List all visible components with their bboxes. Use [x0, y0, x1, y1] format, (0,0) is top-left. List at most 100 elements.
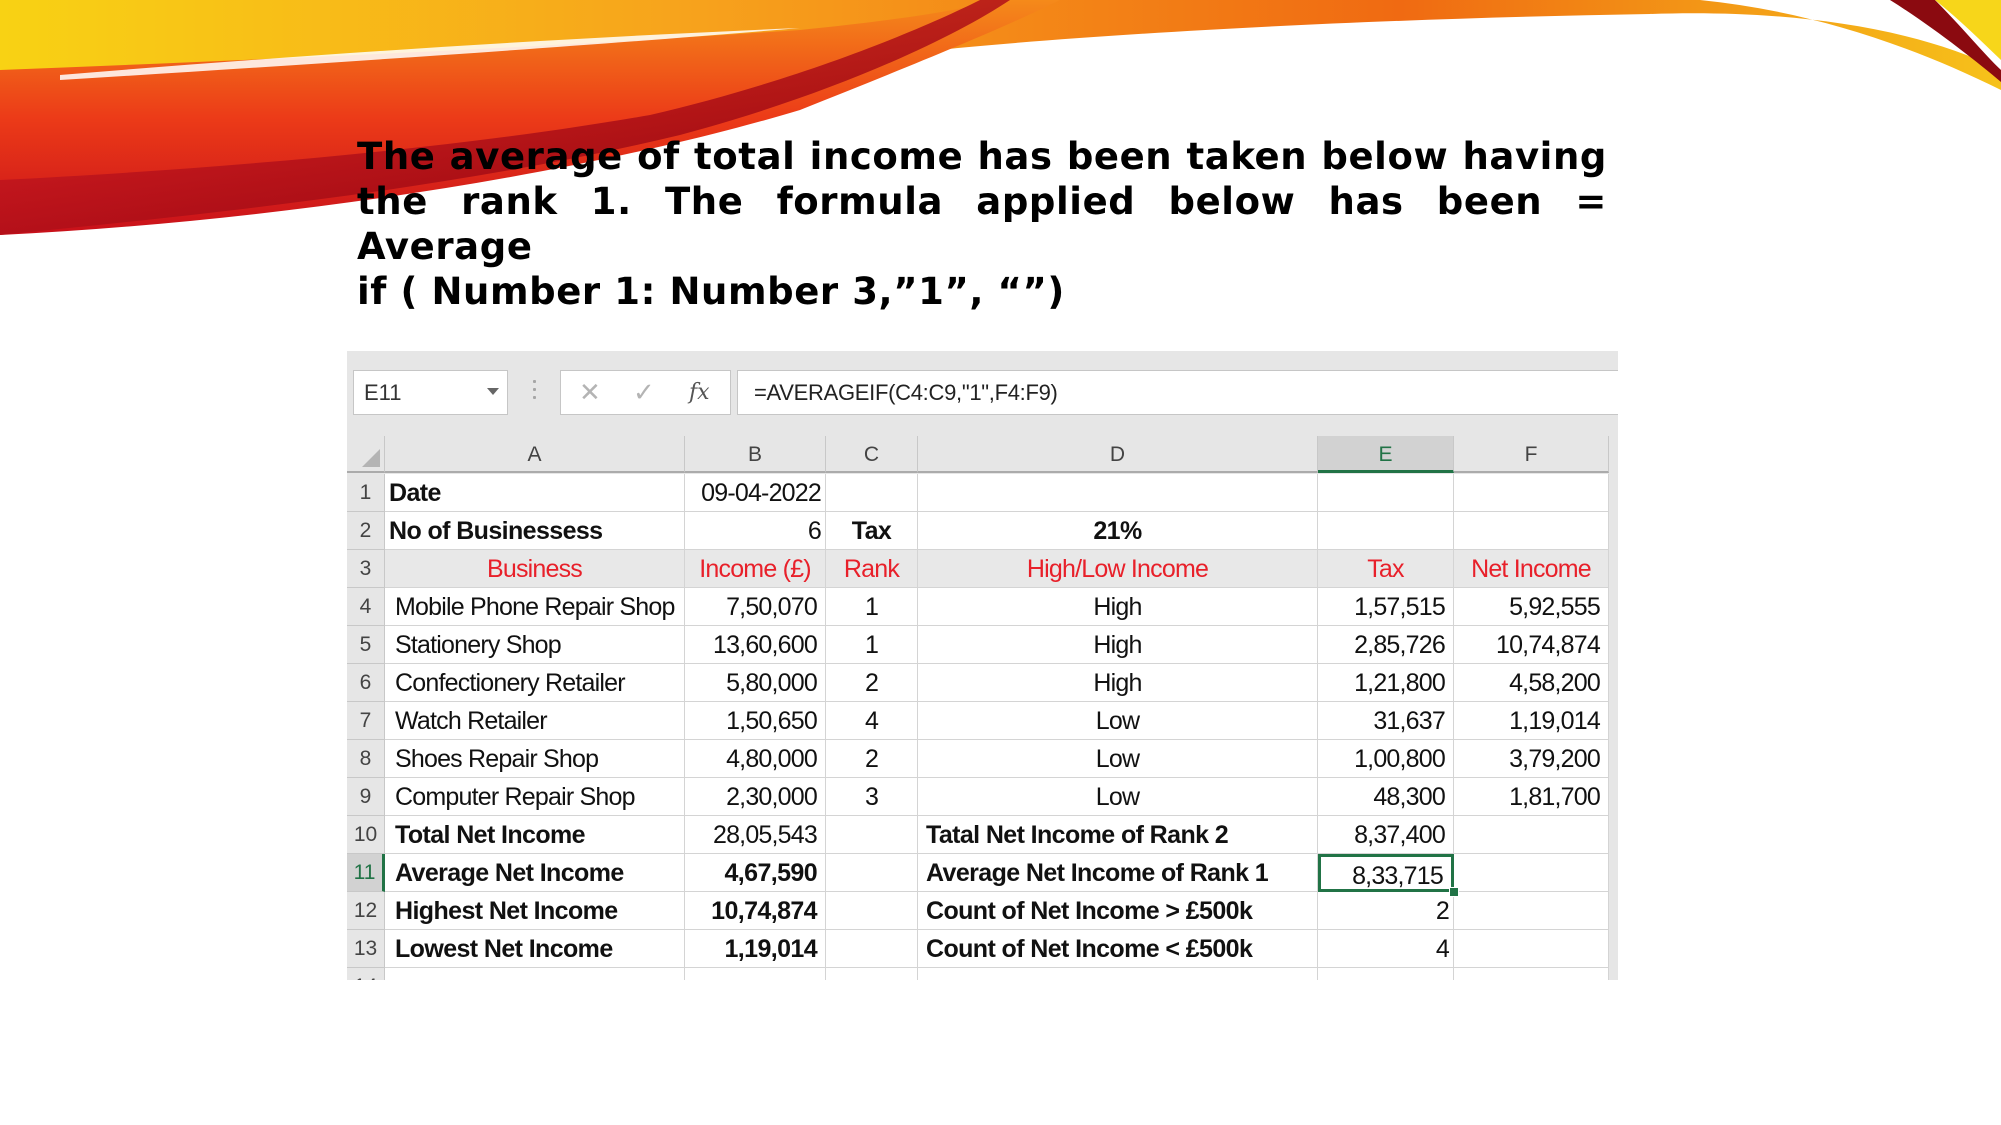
cell-f13[interactable] — [1454, 930, 1609, 968]
cell-e1[interactable] — [1318, 474, 1454, 512]
cell-a1[interactable]: Date — [385, 474, 685, 512]
cell-d12[interactable]: Count of Net Income > £500k — [918, 892, 1318, 930]
cell-e5[interactable]: 2,85,726 — [1318, 626, 1454, 664]
cell-d7[interactable]: Low — [918, 702, 1318, 740]
cell-b3[interactable]: Income (£) — [685, 550, 826, 588]
row-header-6[interactable]: 6 — [347, 664, 385, 702]
cell-e8[interactable]: 1,00,800 — [1318, 740, 1454, 778]
cell-c1[interactable] — [826, 474, 918, 512]
cell-e10[interactable]: 8,37,400 — [1318, 816, 1454, 854]
cell-c9[interactable]: 3 — [826, 778, 918, 816]
cell-f4[interactable]: 5,92,555 — [1454, 588, 1609, 626]
cell-f6[interactable]: 4,58,200 — [1454, 664, 1609, 702]
cell-e13[interactable]: 4 — [1318, 930, 1454, 968]
cell-d1[interactable] — [918, 474, 1318, 512]
drag-handle-icon[interactable] — [533, 380, 536, 404]
cell-d4[interactable]: High — [918, 588, 1318, 626]
cell-a4[interactable]: Mobile Phone Repair Shop — [385, 588, 685, 626]
cell-d13[interactable]: Count of Net Income < £500k — [918, 930, 1318, 968]
cell-e6[interactable]: 1,21,800 — [1318, 664, 1454, 702]
cell-c11[interactable] — [826, 854, 918, 892]
cell-b4[interactable]: 7,50,070 — [685, 588, 826, 626]
cell-d3[interactable]: High/Low Income — [918, 550, 1318, 588]
cell-f3[interactable]: Net Income — [1454, 550, 1609, 588]
enter-check-icon[interactable]: ✓ — [633, 377, 655, 408]
cell-d2[interactable]: 21% — [918, 512, 1318, 550]
row-header-9[interactable]: 9 — [347, 778, 385, 816]
cell-c5[interactable]: 1 — [826, 626, 918, 664]
cell-d6[interactable]: High — [918, 664, 1318, 702]
cell-f2[interactable] — [1454, 512, 1609, 550]
insert-function-icon[interactable]: fx — [689, 380, 710, 405]
cell-f5[interactable]: 10,74,874 — [1454, 626, 1609, 664]
cell-d8[interactable]: Low — [918, 740, 1318, 778]
cell-e14[interactable] — [1318, 968, 1454, 980]
column-header-c[interactable]: C — [826, 436, 918, 473]
column-header-e[interactable]: E — [1318, 436, 1454, 473]
cell-f9[interactable]: 1,81,700 — [1454, 778, 1609, 816]
cell-a12[interactable]: Highest Net Income — [385, 892, 685, 930]
cell-b5[interactable]: 13,60,600 — [685, 626, 826, 664]
formula-input[interactable]: =AVERAGEIF(C4:C9,"1",F4:F9) — [737, 370, 1618, 415]
cell-c3[interactable]: Rank — [826, 550, 918, 588]
row-header-1[interactable]: 1 — [347, 474, 385, 512]
cell-d11[interactable]: Average Net Income of Rank 1 — [918, 854, 1318, 892]
cell-c4[interactable]: 1 — [826, 588, 918, 626]
row-header-2[interactable]: 2 — [347, 512, 385, 550]
row-header-3[interactable]: 3 — [347, 550, 385, 588]
cell-a2[interactable]: No of Businessess — [385, 512, 685, 550]
cell-c7[interactable]: 4 — [826, 702, 918, 740]
cell-a9[interactable]: Computer Repair Shop — [385, 778, 685, 816]
cell-a8[interactable]: Shoes Repair Shop — [385, 740, 685, 778]
cell-b14[interactable] — [685, 968, 826, 980]
row-header-13[interactable]: 13 — [347, 930, 385, 968]
cell-e4[interactable]: 1,57,515 — [1318, 588, 1454, 626]
cell-a10[interactable]: Total Net Income — [385, 816, 685, 854]
cell-b12[interactable]: 10,74,874 — [685, 892, 826, 930]
cell-b11[interactable]: 4,67,590 — [685, 854, 826, 892]
column-header-b[interactable]: B — [685, 436, 826, 473]
row-header-5[interactable]: 5 — [347, 626, 385, 664]
cell-a13[interactable]: Lowest Net Income — [385, 930, 685, 968]
cell-d10[interactable]: Tatal Net Income of Rank 2 — [918, 816, 1318, 854]
cell-c14[interactable] — [826, 968, 918, 980]
column-header-d[interactable]: D — [918, 436, 1318, 473]
column-header-a[interactable]: A — [385, 436, 685, 473]
cell-e12[interactable]: 2 — [1318, 892, 1454, 930]
cell-a7[interactable]: Watch Retailer — [385, 702, 685, 740]
cell-b2[interactable]: 6 — [685, 512, 826, 550]
cell-f14[interactable] — [1454, 968, 1609, 980]
cell-f8[interactable]: 3,79,200 — [1454, 740, 1609, 778]
row-header-4[interactable]: 4 — [347, 588, 385, 626]
cell-e9[interactable]: 48,300 — [1318, 778, 1454, 816]
fill-handle[interactable] — [1449, 887, 1459, 897]
cell-f12[interactable] — [1454, 892, 1609, 930]
cell-e7[interactable]: 31,637 — [1318, 702, 1454, 740]
cell-c13[interactable] — [826, 930, 918, 968]
column-header-f[interactable]: F — [1454, 436, 1609, 473]
name-box[interactable]: E11 — [353, 370, 508, 415]
cell-e2[interactable] — [1318, 512, 1454, 550]
cell-f11[interactable] — [1454, 854, 1609, 892]
row-header-10[interactable]: 10 — [347, 816, 385, 854]
row-header-11[interactable]: 11 — [347, 854, 385, 892]
row-header-14[interactable]: 14 — [347, 968, 385, 980]
cell-d14[interactable] — [918, 968, 1318, 980]
cell-b10[interactable]: 28,05,543 — [685, 816, 826, 854]
cell-a3[interactable]: Business — [385, 550, 685, 588]
cell-e11[interactable]: 8,33,715 — [1318, 854, 1454, 892]
cell-b7[interactable]: 1,50,650 — [685, 702, 826, 740]
cell-a11[interactable]: Average Net Income — [385, 854, 685, 892]
cell-b1[interactable]: 09-04-2022 — [685, 474, 826, 512]
cell-c10[interactable] — [826, 816, 918, 854]
cell-b6[interactable]: 5,80,000 — [685, 664, 826, 702]
cell-f1[interactable] — [1454, 474, 1609, 512]
cell-c8[interactable]: 2 — [826, 740, 918, 778]
cell-b8[interactable]: 4,80,000 — [685, 740, 826, 778]
cell-a6[interactable]: Confectionery Retailer — [385, 664, 685, 702]
cell-f7[interactable]: 1,19,014 — [1454, 702, 1609, 740]
row-header-7[interactable]: 7 — [347, 702, 385, 740]
cell-c6[interactable]: 2 — [826, 664, 918, 702]
row-header-8[interactable]: 8 — [347, 740, 385, 778]
cell-b9[interactable]: 2,30,000 — [685, 778, 826, 816]
